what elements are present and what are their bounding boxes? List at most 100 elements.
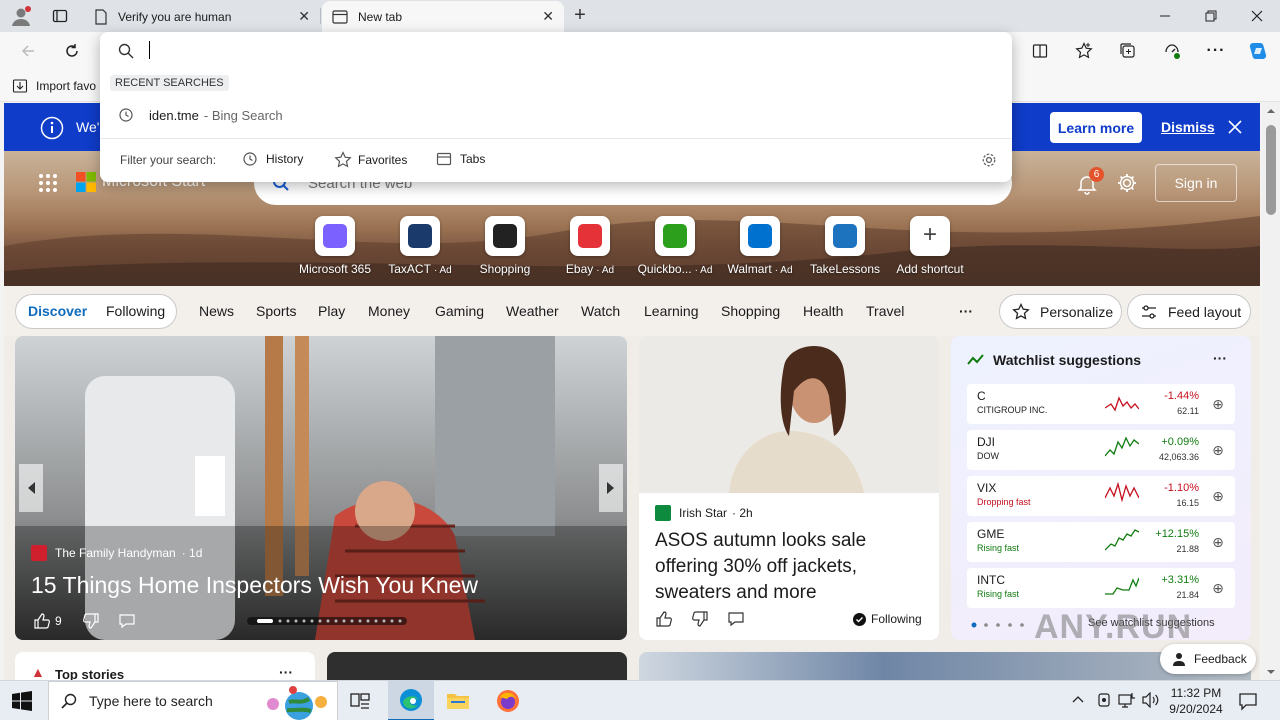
shortcut-add-shortcut[interactable]: + Add shortcut xyxy=(890,216,970,276)
collections-icon[interactable] xyxy=(1112,35,1144,67)
shortcut-logo-icon xyxy=(825,216,865,256)
nav-learning[interactable]: Learning xyxy=(644,286,699,336)
stock-symbol: C xyxy=(977,389,986,403)
page-scrollbar[interactable] xyxy=(1262,103,1280,680)
nav-gaming[interactable]: Gaming xyxy=(435,286,484,336)
new-tab-button[interactable]: + xyxy=(570,5,590,26)
taskbar-search-box[interactable]: Type here to search xyxy=(48,681,338,720)
copilot-icon[interactable] xyxy=(1242,35,1274,67)
tab-close-icon[interactable]: ✕ xyxy=(298,8,310,25)
prev-slide-button[interactable] xyxy=(19,464,43,512)
app-launcher-icon[interactable] xyxy=(38,173,58,193)
firefox-icon[interactable] xyxy=(496,689,520,713)
split-screen-icon[interactable] xyxy=(1024,35,1056,67)
add-to-watchlist-icon[interactable]: ⊕ xyxy=(1209,579,1227,597)
tray-overflow-icon[interactable] xyxy=(1072,694,1084,704)
windows-start-icon[interactable] xyxy=(12,691,32,711)
stock-row-dji[interactable]: DJI DOW +0.09% 42,063.36 ⊕ xyxy=(967,430,1235,470)
tab-title: New tab xyxy=(358,9,403,24)
next-slide-button[interactable] xyxy=(599,464,623,512)
notification-center-icon[interactable] xyxy=(1238,691,1258,711)
search-settings-gear-icon[interactable] xyxy=(980,151,998,169)
settings-gear-icon[interactable] xyxy=(1116,172,1138,194)
nav-watch[interactable]: Watch xyxy=(581,286,620,336)
dislike-icon[interactable] xyxy=(691,610,709,628)
feed-layout-button[interactable]: Feed layout xyxy=(1127,294,1251,329)
tab-actions-icon[interactable] xyxy=(52,8,68,24)
top-stories-more-button[interactable]: ··· xyxy=(279,664,293,680)
shortcut-takelessons[interactable]: TakeLessons xyxy=(805,216,885,276)
nav-money[interactable]: Money xyxy=(368,286,410,336)
hero-title[interactable]: 15 Things Home Inspectors Wish You Knew xyxy=(31,572,478,599)
hero-story-card[interactable]: The Family Handyman · 1d 15 Things Home … xyxy=(15,336,627,640)
close-icon[interactable] xyxy=(1228,120,1242,134)
dismiss-link[interactable]: Dismiss xyxy=(1161,119,1215,135)
add-to-watchlist-icon[interactable]: ⊕ xyxy=(1209,533,1227,551)
side-story-card[interactable]: Irish Star · 2h ASOS autumn looks sale o… xyxy=(639,336,939,640)
side-story-title[interactable]: ASOS autumn looks sale offering 30% off … xyxy=(655,528,925,606)
recent-search-item[interactable]: iden.tme - Bing Search xyxy=(100,102,1012,128)
network-icon[interactable] xyxy=(1118,692,1136,708)
nav-weather[interactable]: Weather xyxy=(506,286,559,336)
personalize-button[interactable]: Personalize xyxy=(999,294,1122,329)
like-icon[interactable] xyxy=(655,610,673,628)
nav-sports[interactable]: Sports xyxy=(256,286,296,336)
profile-icon[interactable] xyxy=(10,5,32,27)
add-to-watchlist-icon[interactable]: ⊕ xyxy=(1209,487,1227,505)
back-button[interactable] xyxy=(12,35,44,67)
add-to-watchlist-icon[interactable]: ⊕ xyxy=(1209,395,1227,413)
import-favorites-link[interactable]: Import favo xyxy=(12,78,96,94)
shortcut-quickbo[interactable]: Quickbo... · Ad xyxy=(635,216,715,276)
tab-discover[interactable]: Discover xyxy=(28,303,87,319)
stock-row-gme[interactable]: GME Rising fast +12.15% 21.88 ⊕ xyxy=(967,522,1235,562)
sign-in-button[interactable]: Sign in xyxy=(1155,164,1237,202)
story-card-dark[interactable] xyxy=(327,652,627,680)
nav-health[interactable]: Health xyxy=(803,286,843,336)
shortcut-taxact[interactable]: TaxACT · Ad xyxy=(380,216,460,276)
stock-row-intc[interactable]: INTC Rising fast +3.31% 21.84 ⊕ xyxy=(967,568,1235,608)
learn-more-button[interactable]: Learn more xyxy=(1050,112,1142,143)
tab-following[interactable]: Following xyxy=(106,303,165,319)
stock-row-c[interactable]: C CITIGROUP INC. -1.44% 62.11 ⊕ xyxy=(967,384,1235,424)
nav-news[interactable]: News xyxy=(199,286,234,336)
tab-new-tab[interactable]: New tab ✕ xyxy=(322,1,564,32)
shortcut-shopping[interactable]: Shopping xyxy=(465,216,545,276)
edge-taskbar-icon[interactable] xyxy=(388,681,434,720)
following-indicator[interactable]: Following xyxy=(853,612,922,626)
nav-play[interactable]: Play xyxy=(318,286,345,336)
clock[interactable]: 11:32 PM 9/20/2024 xyxy=(1164,685,1228,717)
address-input[interactable] xyxy=(146,39,986,63)
tray-device-icon[interactable] xyxy=(1096,692,1112,708)
stock-price: 21.88 xyxy=(1176,544,1199,554)
volume-icon[interactable] xyxy=(1142,692,1160,708)
close-window-button[interactable] xyxy=(1234,0,1280,32)
settings-more-icon[interactable]: ··· xyxy=(1200,35,1232,67)
tab-close-icon[interactable]: ✕ xyxy=(542,8,554,25)
refresh-button[interactable] xyxy=(56,35,88,67)
nav-travel[interactable]: Travel xyxy=(866,286,904,336)
add-to-watchlist-icon[interactable]: ⊕ xyxy=(1209,441,1227,459)
shortcut-microsoft-365[interactable]: Microsoft 365 xyxy=(295,216,375,276)
performance-icon[interactable] xyxy=(1156,35,1188,67)
nav-shopping[interactable]: Shopping xyxy=(721,286,780,336)
shortcut-walmart[interactable]: Walmart · Ad xyxy=(720,216,800,276)
filter-history[interactable]: History xyxy=(242,151,303,167)
more-categories-button[interactable]: ··· xyxy=(959,286,973,336)
tab-verify[interactable]: Verify you are human ✕ xyxy=(84,1,320,32)
watchlist-more-button[interactable]: ··· xyxy=(1213,350,1227,366)
dislike-icon[interactable] xyxy=(82,612,100,630)
task-view-icon[interactable] xyxy=(350,691,370,711)
ad-label: · Ad xyxy=(694,265,713,276)
feedback-button[interactable]: Feedback xyxy=(1160,644,1256,674)
restore-button[interactable] xyxy=(1188,0,1234,32)
favorites-star-icon[interactable] xyxy=(1068,35,1100,67)
filter-favorites[interactable]: Favorites xyxy=(334,151,407,169)
minimize-button[interactable] xyxy=(1142,0,1188,32)
comment-icon[interactable] xyxy=(118,612,136,630)
filter-tabs[interactable]: Tabs xyxy=(436,151,485,167)
like-icon[interactable] xyxy=(33,612,51,630)
shortcut-ebay[interactable]: Ebay · Ad xyxy=(550,216,630,276)
stock-row-vix[interactable]: VIX Dropping fast -1.10% 16.15 ⊕ xyxy=(967,476,1235,516)
comment-icon[interactable] xyxy=(727,610,745,628)
file-explorer-icon[interactable] xyxy=(446,691,470,711)
